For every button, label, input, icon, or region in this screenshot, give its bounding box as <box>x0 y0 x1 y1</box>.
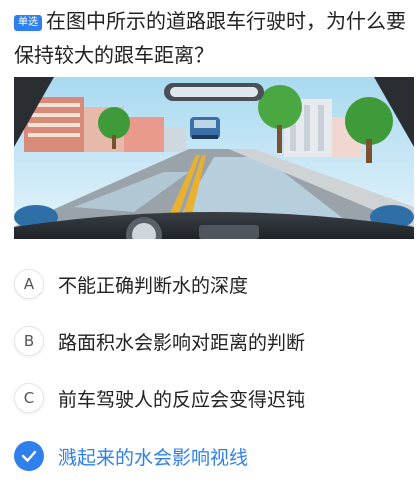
option-label: 不能正确判断水的深度 <box>58 274 249 297</box>
option-label: 路面积水会影响对距离的判断 <box>58 331 306 354</box>
option-b[interactable]: B 路面积水会影响对距离的判断 <box>14 321 404 361</box>
driving-scene-illustration <box>14 77 414 239</box>
question-type-badge: 单选 <box>14 15 42 31</box>
question-text: 单选 在图中所示的道路跟车行驶时，为什么要保持较大的跟车距离？ <box>14 4 410 72</box>
option-d[interactable]: 溅起来的水会影响视线 <box>14 436 404 476</box>
checkmark-icon <box>14 441 44 471</box>
option-a[interactable]: A 不能正确判断水的深度 <box>14 264 404 304</box>
option-label: 溅起来的水会影响视线 <box>58 446 249 469</box>
option-letter: C <box>14 383 44 413</box>
option-letter: B <box>14 326 44 356</box>
question-stem: 在图中所示的道路跟车行驶时，为什么要保持较大的跟车距离？ <box>14 9 406 67</box>
option-letter: A <box>14 269 44 299</box>
option-label: 前车驾驶人的反应会变得迟钝 <box>58 388 306 411</box>
option-c[interactable]: C 前车驾驶人的反应会变得迟钝 <box>14 378 404 418</box>
